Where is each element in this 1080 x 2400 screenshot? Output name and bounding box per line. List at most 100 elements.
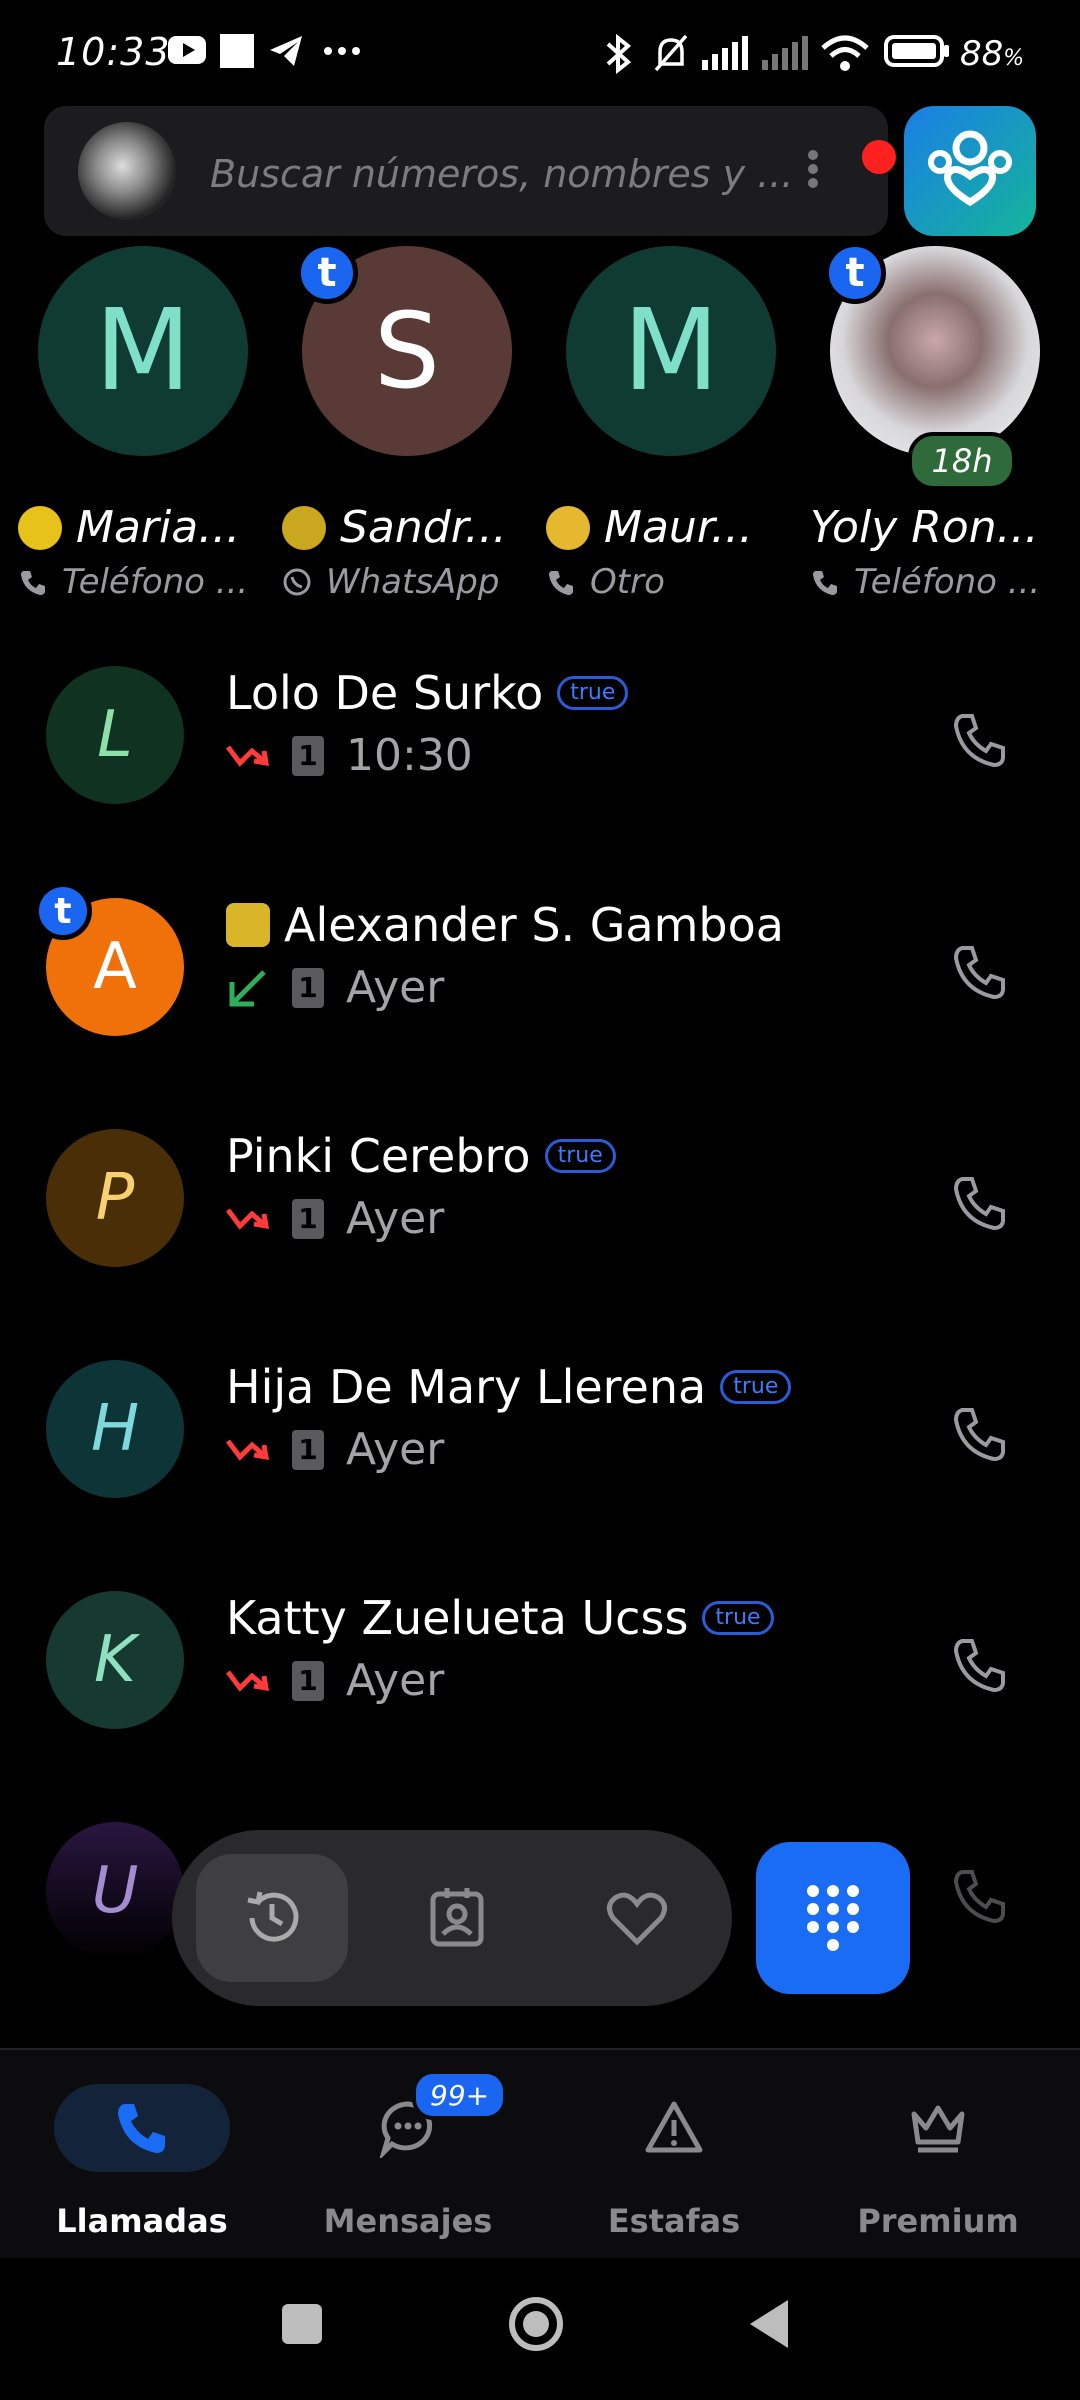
sim-icon: 1 xyxy=(292,1198,324,1239)
call-time: Ayer xyxy=(346,962,445,1013)
history-icon xyxy=(247,1891,299,1942)
favorite-contact[interactable]: M Maur... Otro xyxy=(546,246,796,606)
contact-avatar[interactable]: K xyxy=(46,1591,184,1729)
favorite-name: Maria... xyxy=(18,502,268,553)
call-button[interactable] xyxy=(950,942,1014,1006)
contact-name: Katty Zuelueta Ucss true xyxy=(226,1591,774,1645)
call-time: Ayer xyxy=(346,1193,445,1244)
recents-square-icon[interactable] xyxy=(280,2302,324,2346)
notification-dot xyxy=(862,140,896,174)
call-row[interactable]: H Hija De Mary Llerena true 1 Ayer xyxy=(0,1344,1080,1544)
profile-avatar[interactable] xyxy=(78,122,176,220)
status-time: 10:33 xyxy=(56,30,171,74)
messages-count-badge: 99+ xyxy=(412,2070,508,2120)
bell-off-icon xyxy=(654,34,688,72)
call-time: 10:30 xyxy=(346,730,473,781)
nav-label: Llamadas xyxy=(56,2202,228,2240)
favorites-tab[interactable] xyxy=(572,1854,702,1982)
call-row[interactable]: P Pinki Cerebro true 1 Ayer xyxy=(0,1113,1080,1313)
true-badge: true xyxy=(544,1139,616,1173)
recents-tab[interactable] xyxy=(196,1854,348,1982)
favorite-name: Maur... xyxy=(546,502,796,553)
call-button[interactable] xyxy=(950,1404,1014,1468)
incoming-call-icon xyxy=(229,969,266,1006)
truecaller-badge-icon: t xyxy=(34,882,92,940)
dialpad-button[interactable] xyxy=(756,1842,910,1994)
call-meta: 1 Ayer xyxy=(226,1424,444,1475)
nav-label: Estafas xyxy=(607,2202,741,2240)
warning-icon xyxy=(586,2084,762,2172)
groups-icon xyxy=(928,130,1012,207)
nav-premium[interactable]: Premium xyxy=(818,2074,1058,2244)
favorite-contact[interactable]: M Maria... Teléfono ... xyxy=(18,246,268,606)
contacts-tab[interactable] xyxy=(392,1854,522,1982)
favorite-avatar[interactable]: M xyxy=(566,246,776,456)
contact-name: Hija De Mary Llerena true xyxy=(226,1360,792,1414)
true-badge: true xyxy=(702,1601,774,1635)
whatsapp-icon xyxy=(283,568,311,596)
favorite-contact[interactable]: t 18h Yoly Ron... Teléfono ... xyxy=(810,242,1060,606)
groups-button[interactable] xyxy=(904,106,1036,236)
notification-square-icon xyxy=(220,34,254,68)
crown-icon xyxy=(850,2084,1026,2172)
emoji-icon xyxy=(546,505,590,550)
call-button[interactable] xyxy=(950,1173,1014,1237)
phone-icon xyxy=(21,571,45,595)
missed-call-icon xyxy=(226,1670,270,1692)
search-placeholder[interactable]: Buscar números, nombres y ... xyxy=(210,152,793,196)
heart-icon xyxy=(607,1892,667,1946)
battery-icon xyxy=(884,35,949,67)
favorite-type: Otro xyxy=(546,562,796,602)
bottom-navigation: Llamadas Mensajes Estafas Premium xyxy=(0,2048,1080,2260)
missed-call-icon xyxy=(226,1208,270,1230)
telegram-icon xyxy=(270,36,302,66)
call-meta: 1 Ayer xyxy=(226,1193,444,1244)
true-badge: true xyxy=(720,1370,792,1404)
truecaller-badge-icon: t xyxy=(296,242,358,304)
call-row[interactable]: A t Alexander S. Gamboa 1 Ayer xyxy=(0,882,1080,1082)
contact-name: Pinki Cerebro true xyxy=(226,1129,616,1183)
emoji-icon xyxy=(226,903,270,947)
contact-avatar[interactable]: H xyxy=(46,1360,184,1498)
contact-name: Alexander S. Gamboa xyxy=(226,898,784,952)
missed-call-icon xyxy=(226,745,270,767)
phone-icon xyxy=(549,571,573,595)
favorite-name: Sandr... xyxy=(282,502,532,553)
more-notifications-icon xyxy=(324,47,360,55)
contact-avatar[interactable]: U xyxy=(46,1822,184,1960)
call-meta: 1 Ayer xyxy=(226,962,444,1013)
true-badge: true xyxy=(557,676,629,710)
call-button[interactable] xyxy=(950,710,1014,774)
search-bar[interactable]: Buscar números, nombres y ... xyxy=(44,106,896,236)
battery-percentage: 88% xyxy=(960,34,1025,74)
favorite-contact[interactable]: S t Sandr... WhatsApp xyxy=(282,242,532,606)
status-bar: 10:33 88% xyxy=(0,0,1080,100)
favorite-avatar[interactable]: M xyxy=(38,246,248,456)
nav-llamadas[interactable]: Llamadas xyxy=(22,2074,262,2244)
sim-icon: 1 xyxy=(292,1429,324,1470)
back-triangle-icon[interactable] xyxy=(748,2298,792,2350)
sim-icon: 1 xyxy=(292,967,324,1008)
system-navigation xyxy=(0,2258,1080,2400)
contact-card-icon xyxy=(430,1888,484,1947)
call-filter-bar xyxy=(172,1830,732,2006)
youtube-icon xyxy=(168,36,206,64)
contact-avatar[interactable]: P xyxy=(46,1129,184,1267)
call-button[interactable] xyxy=(950,1866,1014,1930)
contact-avatar[interactable]: L xyxy=(46,666,184,804)
search-menu-icon[interactable] xyxy=(808,146,848,206)
call-row[interactable]: L Lolo De Surko true 1 10:30 xyxy=(0,650,1080,850)
nav-label: Premium xyxy=(857,2202,1019,2240)
nav-estafas[interactable]: Estafas xyxy=(554,2074,794,2244)
signal-icon xyxy=(702,36,748,70)
sim-icon: 1 xyxy=(292,1660,324,1701)
wifi-icon xyxy=(821,35,869,71)
favorite-type: Teléfono ... xyxy=(810,562,1060,602)
emoji-icon xyxy=(282,505,326,550)
favorite-type: Teléfono ... xyxy=(18,562,268,602)
favorite-name: Yoly Ron... xyxy=(810,502,1039,553)
home-circle-icon[interactable] xyxy=(506,2294,566,2354)
call-row[interactable]: K Katty Zuelueta Ucss true 1 Ayer xyxy=(0,1575,1080,1775)
call-button[interactable] xyxy=(950,1635,1014,1699)
phone-icon xyxy=(54,2084,230,2172)
